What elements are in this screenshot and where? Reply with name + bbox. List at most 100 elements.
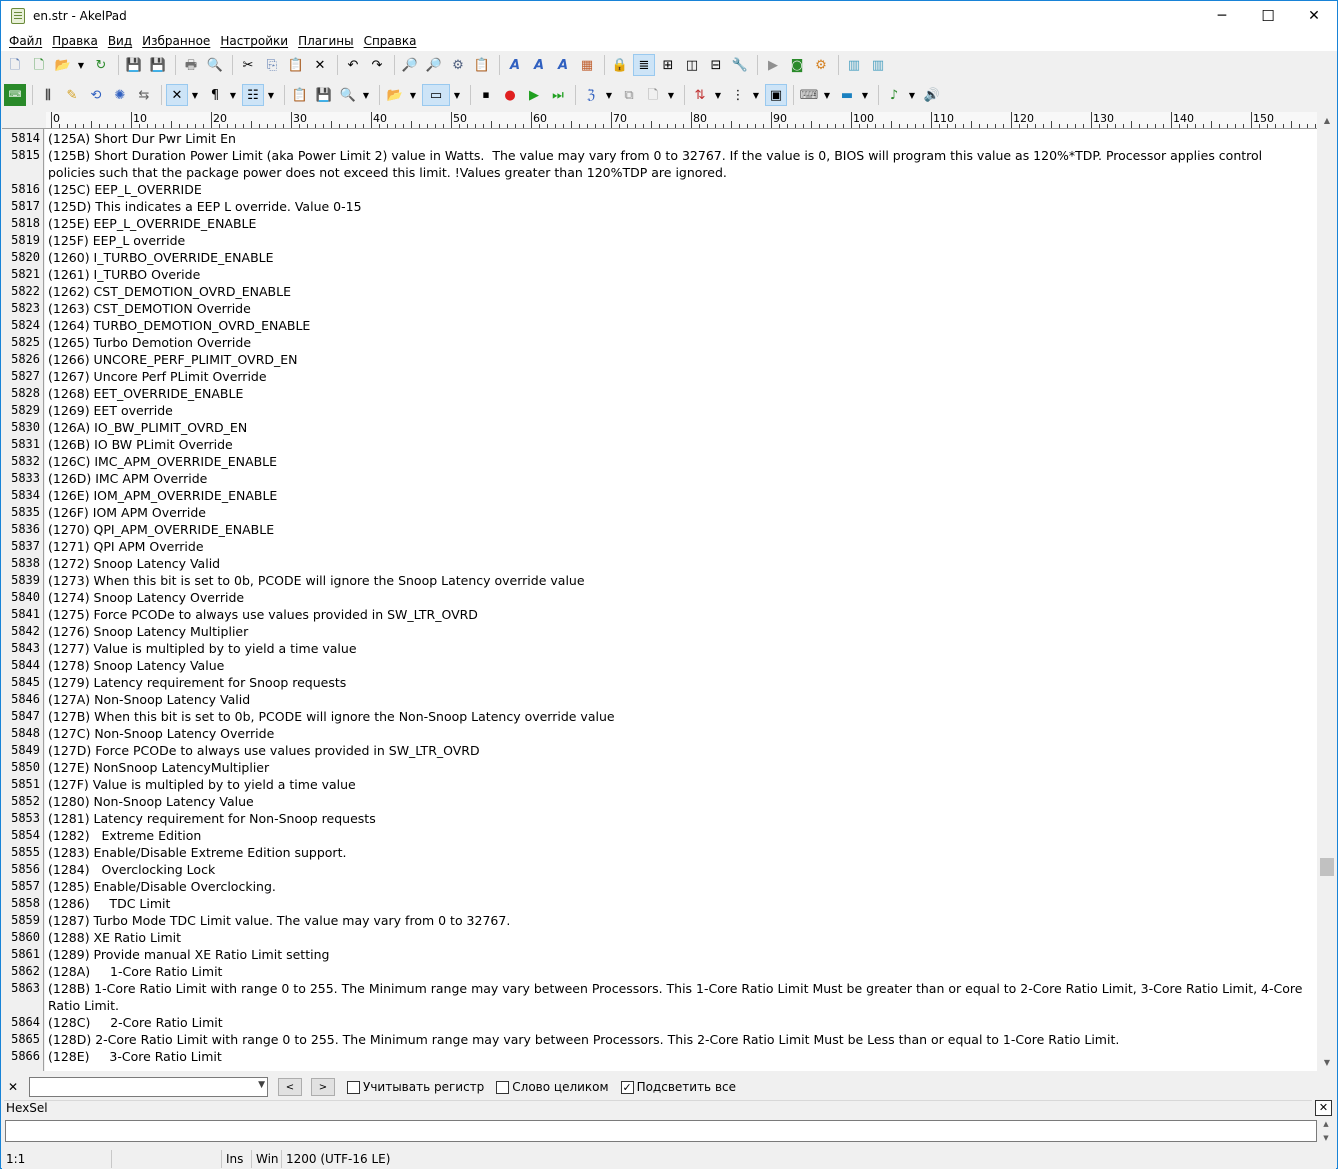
keyboard-icon[interactable]: ⌨ <box>798 84 820 106</box>
text-line[interactable]: (126B) IO BW PLimit Override <box>48 436 1312 453</box>
search-doc-dropdown-icon[interactable]: ▼ <box>361 84 371 106</box>
whole-word-checkbox[interactable]: Слово целиком <box>496 1080 609 1094</box>
text-line[interactable]: (1264) TURBO_DEMOTION_OVRD_ENABLE <box>48 317 1312 334</box>
macro-record-icon[interactable]: ● <box>499 84 521 106</box>
new-window-icon[interactable]: 🗋 <box>28 54 50 76</box>
scroll-down-icon[interactable]: ▼ <box>1317 1054 1337 1071</box>
text-line[interactable]: (1267) Uncore Perf PLimit Override <box>48 368 1312 385</box>
menu-help[interactable]: Справка <box>360 34 421 48</box>
find-icon[interactable]: 🔎 <box>399 54 421 76</box>
layout-icon[interactable]: ☷ <box>242 84 264 106</box>
text-line[interactable]: (1284) Overclocking Lock <box>48 861 1312 878</box>
highlight-pen-icon[interactable]: ✎ <box>61 84 83 106</box>
macro-play-icon[interactable]: ▶ <box>523 84 545 106</box>
level-icon[interactable]: ⋮ <box>727 84 749 106</box>
text-editor[interactable]: (125A) Short Dur Pwr Limit En (125B) Shor… <box>45 129 1317 1071</box>
menu-view[interactable]: Вид <box>104 34 136 48</box>
folder-icon[interactable]: 📂 <box>384 84 406 106</box>
menu-favorites[interactable]: Избранное <box>138 34 214 48</box>
text-line[interactable]: (1273) When this bit is set to 0b, PCODE… <box>48 572 1312 589</box>
font-larger-icon[interactable]: A <box>528 54 550 76</box>
text-line[interactable]: (127D) Force PCODe to always use values … <box>48 742 1312 759</box>
page-icon[interactable]: 🗋 <box>642 84 664 106</box>
spin-icon[interactable]: ✺ <box>109 84 131 106</box>
close-x-dropdown-icon[interactable]: ▼ <box>190 84 200 106</box>
columns-icon[interactable]: ⫼ <box>37 84 59 106</box>
text-line[interactable]: (1263) CST_DEMOTION Override <box>48 300 1312 317</box>
hexsel-input[interactable] <box>5 1120 1317 1142</box>
menu-edit[interactable]: Правка <box>48 34 102 48</box>
find-input[interactable]: ▼ <box>29 1077 268 1097</box>
sort-icon[interactable]: ⇅ <box>689 84 711 106</box>
text-line[interactable]: (127F) Value is multipled by to yield a … <box>48 776 1312 793</box>
text-line[interactable]: (1281) Latency requirement for Non-Snoop… <box>48 810 1312 827</box>
replace-icon[interactable]: ⚙ <box>447 54 469 76</box>
text-line[interactable]: (1275) Force PCODe to always use values … <box>48 606 1312 623</box>
speaker-icon[interactable]: 🔊 <box>921 84 943 106</box>
close-button[interactable]: ✕ <box>1291 1 1337 31</box>
goto-icon[interactable]: 📋 <box>471 54 493 76</box>
terminal-icon[interactable]: ⌨ <box>4 84 26 106</box>
save-icon[interactable]: 💾 <box>123 54 145 76</box>
text-line[interactable]: (1286) TDC Limit <box>48 895 1312 912</box>
text-line[interactable]: (1278) Snoop Latency Value <box>48 657 1312 674</box>
clipboard-icon[interactable]: 📋 <box>289 84 311 106</box>
doc-icon[interactable]: ▥ <box>843 54 865 76</box>
hex-scroll-up-icon[interactable]: ▲ <box>1323 1120 1328 1128</box>
text-line[interactable]: (125A) Short Dur Pwr Limit En <box>48 130 1312 147</box>
open-dropdown-icon[interactable]: ▼ <box>76 54 86 76</box>
close-x-toggle-icon[interactable]: ✕ <box>166 84 188 106</box>
compare-icon[interactable]: ⇆ <box>133 84 155 106</box>
text-line[interactable]: (128A) 1-Core Ratio Limit <box>48 963 1312 980</box>
keyboard-dropdown-icon[interactable]: ▼ <box>822 84 832 106</box>
find-prev-button[interactable]: < <box>278 1078 302 1096</box>
word-wrap-icon[interactable]: ≣ <box>633 54 655 76</box>
split-horizontal-icon[interactable]: ⊟ <box>705 54 727 76</box>
text-line[interactable]: (125B) Short Duration Power Limit (aka P… <box>48 147 1312 181</box>
save-session-icon[interactable]: 💾 <box>313 84 335 106</box>
text-line[interactable]: (126F) IOM APM Override <box>48 504 1312 521</box>
text-line[interactable]: (125C) EEP_L_OVERRIDE <box>48 181 1312 198</box>
text-line[interactable]: (126D) IMC APM Override <box>48 470 1312 487</box>
music-dropdown-icon[interactable]: ▼ <box>907 84 917 106</box>
window-dropdown-icon[interactable]: ▼ <box>860 84 870 106</box>
reopen-icon[interactable]: ↻ <box>90 54 112 76</box>
pilcrow-dropdown-icon[interactable]: ▼ <box>228 84 238 106</box>
text-line[interactable]: (1269) EET override <box>48 402 1312 419</box>
macro-stop-icon[interactable]: ⏹ <box>475 84 497 106</box>
new-file-icon[interactable]: 🗋 <box>4 54 26 76</box>
find-next-icon[interactable]: 🔎 <box>423 54 445 76</box>
text-line[interactable]: (1266) UNCORE_PERF_PLIMIT_OVRD_EN <box>48 351 1312 368</box>
find-panel-dropdown-icon[interactable]: ▼ <box>452 84 462 106</box>
text-line[interactable]: (1279) Latency requirement for Snoop req… <box>48 674 1312 691</box>
text-line[interactable]: (125F) EEP_L override <box>48 232 1312 249</box>
cut-icon[interactable]: ✂ <box>237 54 259 76</box>
text-line[interactable]: (127B) When this bit is set to 0b, PCODE… <box>48 708 1312 725</box>
text-line[interactable]: (127A) Non-Snoop Latency Valid <box>48 691 1312 708</box>
menu-settings[interactable]: Настройки <box>216 34 292 48</box>
text-line[interactable]: (1265) Turbo Demotion Override <box>48 334 1312 351</box>
text-line[interactable]: (1260) I_TURBO_OVERRIDE_ENABLE <box>48 249 1312 266</box>
text-line[interactable]: (125D) This indicates a EEP L override. … <box>48 198 1312 215</box>
text-line[interactable]: (128C) 2-Core Ratio Limit <box>48 1014 1312 1031</box>
text-line[interactable]: (1285) Enable/Disable Overclocking. <box>48 878 1312 895</box>
gear-icon[interactable]: ⚙ <box>810 54 832 76</box>
menu-file[interactable]: Файл <box>5 34 46 48</box>
text-line[interactable]: (1276) Snoop Latency Multiplier <box>48 623 1312 640</box>
folder-dropdown-icon[interactable]: ▼ <box>408 84 418 106</box>
layout-dropdown-icon[interactable]: ▼ <box>266 84 276 106</box>
text-line[interactable]: (1287) Turbo Mode TDC Limit value. The v… <box>48 912 1312 929</box>
find-panel-icon[interactable]: ▭ <box>422 84 450 106</box>
font-smaller-icon[interactable]: A <box>552 54 574 76</box>
text-line[interactable]: (1268) EET_OVERRIDE_ENABLE <box>48 385 1312 402</box>
minimize-button[interactable]: ─ <box>1199 1 1245 31</box>
docs-icon[interactable]: ▥ <box>867 54 889 76</box>
text-line[interactable]: (1272) Snoop Latency Valid <box>48 555 1312 572</box>
redo-icon[interactable]: ↷ <box>366 54 388 76</box>
readonly-lock-icon[interactable]: 🔒 <box>609 54 631 76</box>
match-case-box[interactable] <box>347 1080 360 1094</box>
delete-icon[interactable]: ✕ <box>309 54 331 76</box>
print-preview-icon[interactable]: 🔍 <box>204 54 226 76</box>
print-icon[interactable]: 🖶 <box>180 54 202 76</box>
hexsel-scrollbar[interactable]: ▲ ▼ <box>1317 1120 1335 1142</box>
